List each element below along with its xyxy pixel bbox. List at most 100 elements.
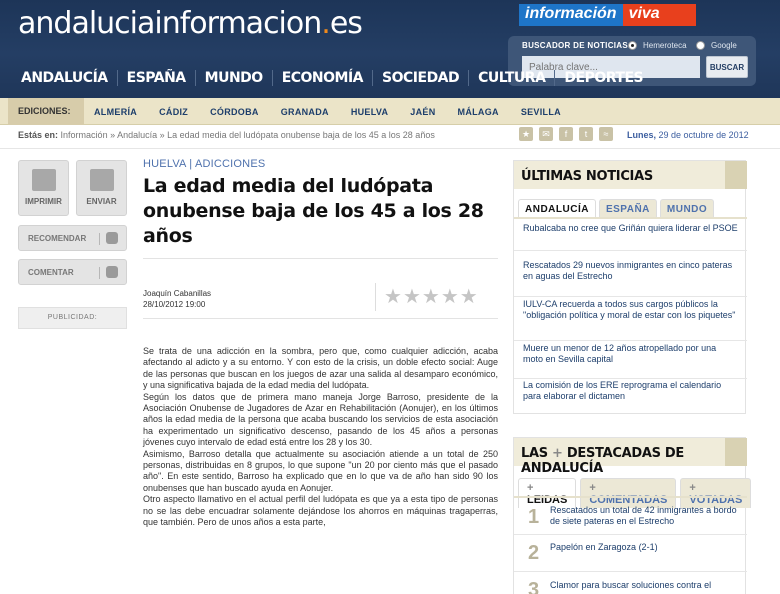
tab-andalucia[interactable]: ANDALUCÍA: [518, 199, 596, 217]
rank-number: 2: [528, 542, 540, 564]
edition-granada[interactable]: GRANADA: [281, 107, 329, 117]
logo-tld: es: [329, 6, 363, 41]
comment-label: COMENTAR: [28, 268, 74, 277]
plus-icon: +: [689, 482, 696, 494]
highlights-title: LAS + DESTACADAS DE ANDALUCÍA: [514, 438, 747, 476]
radio-hemeroteca[interactable]: Hemeroteca: [628, 41, 687, 50]
send-label: ENVIAR: [86, 197, 117, 206]
star-icon[interactable]: ★: [384, 287, 402, 307]
radio-selected-icon: [628, 41, 637, 50]
radio-unselected-icon: [696, 41, 705, 50]
article-section[interactable]: HUELVA | ADICCIONES: [143, 158, 498, 170]
nav-economia[interactable]: ECONOMÍA: [273, 70, 374, 86]
divider: [143, 258, 498, 259]
search-button[interactable]: BUSCAR: [706, 56, 748, 78]
email-icon[interactable]: ✉: [539, 127, 553, 141]
article-byline: Joaquín Cabanillas 28/10/2012 19:00: [143, 288, 211, 310]
star-icon[interactable]: ★: [422, 287, 440, 307]
tab-mundo[interactable]: MUNDO: [659, 199, 715, 217]
latest-news-tabs: ANDALUCÍA ESPAÑA MUNDO: [518, 199, 717, 217]
send-button[interactable]: ENVIAR: [76, 160, 127, 216]
logo-main: andaluciainformacion: [18, 6, 322, 41]
site-header: andaluciainformacion.es información viva…: [0, 0, 780, 98]
radio-hemeroteca-label: Hemeroteca: [643, 41, 687, 50]
news-item[interactable]: La comisión de los ERE reprograma el cal…: [514, 380, 747, 414]
rank-number: 1: [528, 506, 540, 528]
comment-button[interactable]: COMENTAR: [18, 259, 127, 285]
radio-google-label: Google: [711, 41, 737, 50]
radio-google[interactable]: Google: [696, 41, 737, 50]
ranked-item[interactable]: 1 Rescatados un total de 42 inmigrantes …: [514, 500, 747, 535]
current-date: Lunes, 29 de octubre de 2012: [627, 130, 749, 140]
printer-icon: [31, 169, 56, 191]
nav-mundo[interactable]: MUNDO: [196, 70, 273, 86]
badge-informacion: información: [519, 4, 623, 26]
edition-cordoba[interactable]: CÓRDOBA: [210, 107, 259, 117]
edition-malaga[interactable]: MÁLAGA: [458, 107, 499, 117]
rank-text: Rescatados un total de 42 inmigrantes a …: [550, 505, 737, 526]
star-icon[interactable]: ★: [403, 287, 421, 307]
article: HUELVA | ADICCIONES La edad media del lu…: [143, 158, 498, 527]
search-title: BUSCADOR DE NOTICIAS:: [522, 41, 631, 50]
star-favorite-icon[interactable]: ★: [519, 127, 533, 141]
edition-almeria[interactable]: ALMERÍA: [94, 107, 137, 117]
logo-dot: .: [321, 6, 330, 41]
divider: [99, 233, 100, 245]
highlights-box: LAS + DESTACADAS DE ANDALUCÍA + LEIDAS +…: [513, 437, 752, 594]
date-rest: 29 de octubre de 2012: [658, 130, 749, 140]
print-button[interactable]: IMPRIMIR: [18, 160, 69, 216]
envelope-icon: [89, 169, 114, 191]
editions-label: EDICIONES:: [8, 98, 84, 125]
rank-number: 3: [528, 579, 540, 594]
news-item[interactable]: IULV-CA recuerda a todos sus cargos públ…: [514, 297, 747, 341]
nav-cultura[interactable]: CULTURA: [469, 70, 556, 86]
recommend-button[interactable]: RECOMENDAR: [18, 225, 127, 251]
highlights-title-a: LAS: [521, 446, 548, 461]
facebook-icon[interactable]: f: [559, 127, 573, 141]
breadcrumb-path[interactable]: Información » Andalucía » La edad media …: [61, 130, 435, 140]
article-title: La edad media del ludópata onubense baja…: [143, 175, 484, 247]
latest-news-title: ÚLTIMAS NOTICIAS: [514, 161, 747, 189]
site-logo[interactable]: andaluciainformacion.es: [18, 6, 363, 41]
star-icon[interactable]: ★: [460, 287, 478, 307]
edition-huelva[interactable]: HUELVA: [351, 107, 388, 117]
latest-news-box: ÚLTIMAS NOTICIAS ANDALUCÍA ESPAÑA MUNDO …: [513, 160, 747, 414]
informacion-viva-badge[interactable]: información viva: [519, 4, 696, 26]
divider: [514, 496, 747, 498]
editions-list: ALMERÍA CÁDIZ CÓRDOBA GRANADA HUELVA JAÉ…: [94, 98, 583, 125]
divider: [0, 148, 780, 149]
divider: [514, 217, 747, 219]
ranked-item[interactable]: 3 Clamor para buscar soluciones contra e…: [514, 573, 747, 594]
article-paragraph: Asimismo, Barroso detalla que actualment…: [143, 448, 498, 493]
article-datetime: 28/10/2012 19:00: [143, 300, 206, 309]
rss-icon[interactable]: ≈: [599, 127, 613, 141]
ranked-item[interactable]: 2 Papelón en Zaragoza (2-1): [514, 536, 747, 572]
plus-icon: +: [589, 482, 596, 494]
twitter-icon[interactable]: t: [579, 127, 593, 141]
tab-espana[interactable]: ESPAÑA: [598, 199, 657, 217]
main-nav: ANDALUCÍA ESPAÑA MUNDO ECONOMÍA SOCIEDAD…: [12, 70, 652, 86]
news-item[interactable]: Rubalcaba no cree que Griñán quiera lide…: [514, 223, 747, 251]
news-item[interactable]: Muere un menor de 12 años atropellado po…: [514, 343, 747, 379]
breadcrumb: Estás en: Información » Andalucía » La e…: [18, 130, 435, 140]
edition-cadiz[interactable]: CÁDIZ: [159, 107, 188, 117]
print-label: IMPRIMIR: [25, 197, 62, 206]
speech-bubble-icon: [106, 266, 118, 278]
rating-stars[interactable]: ★ ★ ★ ★ ★: [375, 283, 479, 311]
nav-espana[interactable]: ESPAÑA: [118, 70, 196, 86]
news-item[interactable]: Rescatados 29 nuevos inmigrantes en cinc…: [514, 260, 747, 297]
nav-sociedad[interactable]: SOCIEDAD: [373, 70, 470, 86]
rank-text: Papelón en Zaragoza (2-1): [550, 542, 658, 552]
article-author: Joaquín Cabanillas: [143, 289, 212, 298]
star-icon[interactable]: ★: [441, 287, 459, 307]
recommend-label: RECOMENDAR: [28, 234, 87, 243]
share-tools: ★ ✉ f t ≈: [519, 127, 619, 141]
badge-viva: viva: [622, 4, 696, 26]
divider: [99, 267, 100, 279]
edition-sevilla[interactable]: SEVILLA: [521, 107, 561, 117]
edition-jaen[interactable]: JAÉN: [410, 107, 435, 117]
nav-andalucia[interactable]: ANDALUCÍA: [12, 70, 118, 86]
article-paragraph: Se trata de una adicción en la sombra, p…: [143, 346, 498, 391]
ad-label: PUBLICIDAD:: [18, 307, 127, 329]
nav-deportes[interactable]: DEPORTES: [555, 70, 652, 86]
